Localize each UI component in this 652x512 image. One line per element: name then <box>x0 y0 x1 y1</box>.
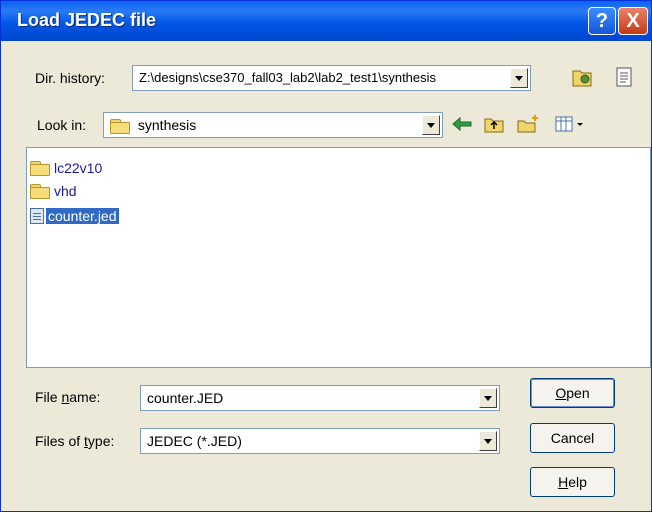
dir-history-label: Dir. history: <box>35 70 106 86</box>
help-button[interactable]: Help <box>530 467 615 497</box>
files-of-type-label: Files of type: <box>35 433 115 449</box>
history-list-button[interactable] <box>611 64 637 90</box>
back-button[interactable] <box>449 111 475 137</box>
view-menu-icon <box>555 116 583 132</box>
look-in-label: Look in: <box>37 117 87 133</box>
list-item-name: counter.jed <box>46 208 119 224</box>
document-icon <box>616 67 632 87</box>
load-jedec-dialog: Load JEDEC file ? X Dir. history: Z:\des… <box>0 0 652 512</box>
file-list[interactable]: lc22v10 vhd counter.jed <box>26 147 651 368</box>
title-bar[interactable]: Load JEDEC file ? X <box>1 1 651 41</box>
chevron-down-icon[interactable] <box>479 431 497 451</box>
file-name-label: File name: <box>35 389 101 405</box>
close-button[interactable]: X <box>618 7 648 35</box>
new-folder-icon <box>517 115 538 133</box>
view-menu-button[interactable] <box>553 111 587 137</box>
list-item-name: vhd <box>54 183 77 199</box>
list-item-name: lc22v10 <box>54 160 103 176</box>
open-button[interactable]: Open <box>530 378 615 408</box>
list-item-folder[interactable]: lc22v10 <box>30 158 104 178</box>
files-of-type-value: JEDEC (*.JED) <box>147 433 242 449</box>
list-item-folder[interactable]: vhd <box>30 181 79 201</box>
file-name-combo[interactable]: counter.JED <box>140 385 500 411</box>
chevron-down-icon[interactable] <box>422 115 440 135</box>
close-icon: X <box>626 9 640 32</box>
folder-icon <box>110 119 130 135</box>
new-folder-button[interactable] <box>515 111 541 137</box>
dir-history-combo[interactable]: Z:\designs\cse370_fall03_lab2\lab2_test1… <box>132 65 531 91</box>
cancel-button[interactable]: Cancel <box>530 423 615 453</box>
chevron-down-icon[interactable] <box>479 388 497 408</box>
open-folder-icon <box>572 70 592 87</box>
up-folder-button[interactable] <box>481 111 507 137</box>
list-item-file[interactable]: counter.jed <box>30 206 119 226</box>
chevron-down-icon[interactable] <box>510 68 528 88</box>
files-of-type-combo[interactable]: JEDEC (*.JED) <box>140 428 500 454</box>
window-title: Load JEDEC file <box>17 10 157 30</box>
jed-file-icon <box>30 208 44 224</box>
dir-history-value: Z:\designs\cse370_fall03_lab2\lab2_test1… <box>139 70 437 85</box>
file-name-value: counter.JED <box>147 390 224 406</box>
up-folder-icon <box>484 118 504 133</box>
look-in-value: synthesis <box>137 117 197 133</box>
back-arrow-icon <box>452 116 472 132</box>
browse-folder-button[interactable] <box>570 64 596 90</box>
look-in-combo[interactable]: synthesis <box>103 112 443 138</box>
question-icon: ? <box>595 9 609 32</box>
folder-icon <box>30 184 50 199</box>
folder-icon <box>30 161 50 176</box>
help-title-button[interactable]: ? <box>588 7 616 35</box>
